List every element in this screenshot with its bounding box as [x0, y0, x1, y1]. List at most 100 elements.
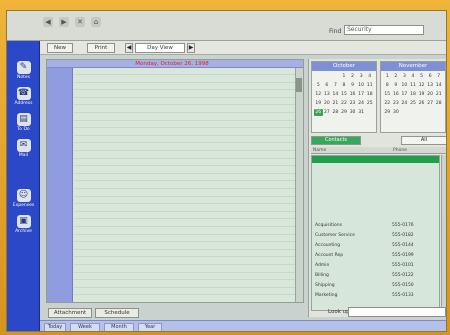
calendar-day[interactable]: 6 — [426, 73, 435, 80]
calendar-day[interactable]: 4 — [365, 73, 374, 80]
calendar-day[interactable]: 16 — [392, 91, 401, 98]
calendar-day[interactable]: 11 — [409, 82, 418, 89]
contact-row[interactable] — [312, 156, 439, 163]
status-week[interactable]: Week — [70, 323, 100, 331]
attachment-button[interactable]: Attachment — [48, 308, 92, 318]
calendar-day[interactable]: 26 — [314, 109, 323, 116]
view-selector[interactable]: Day View — [135, 43, 185, 53]
calendar-day[interactable]: 15 — [383, 91, 392, 98]
contact-row[interactable]: Marketing 555-0133 — [312, 292, 439, 299]
calendar-day[interactable]: 1 — [383, 73, 392, 80]
calendar-day[interactable]: 22 — [383, 100, 392, 107]
calendar-day[interactable]: 10 — [400, 82, 409, 89]
calendar-day[interactable]: 12 — [314, 91, 323, 98]
calendar-day[interactable]: 19 — [314, 100, 323, 107]
print-button[interactable]: Print — [87, 43, 115, 53]
contact-row[interactable]: Admin 555-0101 — [312, 262, 439, 269]
contact-row[interactable]: Shipping 555-0150 — [312, 282, 439, 289]
status-year[interactable]: Year — [138, 323, 162, 331]
calendar-day[interactable]: 1 — [340, 73, 349, 80]
calendar-day[interactable]: 7 — [331, 82, 340, 89]
calendar-day[interactable]: 21 — [434, 91, 443, 98]
calendar-day[interactable]: 9 — [348, 82, 357, 89]
calendar-day[interactable]: 17 — [357, 91, 366, 98]
day-document[interactable]: Monday, October 26, 1998 — [46, 59, 304, 303]
contact-row[interactable]: Accounting 555-0144 — [312, 242, 439, 249]
calendar-day[interactable]: 18 — [365, 91, 374, 98]
contact-row[interactable]: Customer Service 555-0182 — [312, 232, 439, 239]
calendar-day[interactable]: 19 — [417, 91, 426, 98]
calendar-day[interactable]: 5 — [417, 73, 426, 80]
calendar-day[interactable]: 9 — [392, 82, 401, 89]
schedule-button[interactable]: Schedule — [95, 308, 139, 318]
status-today[interactable]: Today — [44, 323, 66, 331]
calendar-day[interactable]: 3 — [400, 73, 409, 80]
calendar-day[interactable]: 10 — [357, 82, 366, 89]
dock-item-notes[interactable]: ✎ Notes — [10, 61, 37, 85]
dock-item-todo[interactable]: ▤ To Do — [10, 113, 37, 137]
calendar-day[interactable]: 24 — [400, 100, 409, 107]
dock-item-expenses[interactable]: ☺ Expenses — [10, 189, 37, 213]
calendar-day[interactable]: 15 — [340, 91, 349, 98]
calendar-day[interactable]: 11 — [365, 82, 374, 89]
calendar-day[interactable]: 2 — [348, 73, 357, 80]
contact-row[interactable]: Acquisitions 555-0176 — [312, 222, 439, 229]
calendar-day[interactable]: 3 — [357, 73, 366, 80]
calendar-day[interactable]: 7 — [434, 73, 443, 80]
calendar-day[interactable]: 8 — [340, 82, 349, 89]
calendar-day[interactable]: 2 — [392, 73, 401, 80]
calendar-day[interactable]: 31 — [357, 109, 366, 116]
contact-scrollbar[interactable] — [441, 155, 446, 311]
calendar-day[interactable]: 27 — [426, 100, 435, 107]
scroll-thumb[interactable] — [296, 78, 302, 92]
stop-button[interactable]: ✕ — [75, 17, 85, 27]
new-button[interactable]: New — [47, 43, 73, 53]
prev-day-button[interactable]: ◀ — [125, 43, 133, 53]
calendar-day[interactable]: 20 — [426, 91, 435, 98]
calendar-day[interactable]: 25 — [409, 100, 418, 107]
calendar-day[interactable]: 27 — [323, 109, 332, 116]
next-day-button[interactable]: ▶ — [187, 43, 195, 53]
calendar-day[interactable]: 26 — [417, 100, 426, 107]
calendar-day[interactable]: 28 — [434, 100, 443, 107]
mini-calendar-right[interactable]: November 1 2 3 4 5 6 7 8 9 10 11 12 13 14 15 16 17 18 19 20… — [380, 61, 446, 133]
calendar-day[interactable]: 21 — [331, 100, 340, 107]
status-month[interactable]: Month — [104, 323, 134, 331]
contact-list[interactable]: Acquisitions 555-0176 Customer Service 555-… — [311, 155, 440, 311]
forward-button[interactable]: ▶ — [59, 17, 69, 27]
calendar-day[interactable]: 13 — [426, 82, 435, 89]
calendar-day[interactable]: 4 — [409, 73, 418, 80]
mini-calendar-left[interactable]: October 1 2 3 4 5 6 7 8 9 10 11 12 13 14 15 16 17 18 19 20 2… — [311, 61, 377, 133]
calendar-day[interactable]: 8 — [383, 82, 392, 89]
calendar-day[interactable]: 14 — [434, 82, 443, 89]
dock-item-address[interactable]: ☎ Address — [10, 87, 37, 111]
calendar-day[interactable]: 17 — [400, 91, 409, 98]
home-button[interactable]: ⌂ — [91, 17, 101, 27]
lookup-input[interactable] — [348, 307, 446, 317]
calendar-day[interactable]: 30 — [392, 109, 401, 116]
tab-all[interactable]: All — [401, 136, 446, 145]
calendar-day[interactable]: 14 — [331, 91, 340, 98]
calendar-day[interactable]: 28 — [331, 109, 340, 116]
back-button[interactable]: ◀ — [43, 17, 53, 27]
calendar-day[interactable]: 18 — [409, 91, 418, 98]
calendar-day[interactable]: 13 — [323, 91, 332, 98]
calendar-day[interactable]: 6 — [323, 82, 332, 89]
contact-row[interactable]: Billing 555-0122 — [312, 272, 439, 279]
calendar-day[interactable]: 22 — [340, 100, 349, 107]
find-input[interactable]: Security — [344, 25, 424, 35]
calendar-day[interactable]: 23 — [392, 100, 401, 107]
contact-row[interactable]: Account Rep 555-0199 — [312, 252, 439, 259]
calendar-day[interactable]: 24 — [357, 100, 366, 107]
calendar-day[interactable]: 25 — [365, 100, 374, 107]
calendar-day[interactable]: 5 — [314, 82, 323, 89]
calendar-day[interactable]: 29 — [340, 109, 349, 116]
tab-contacts[interactable]: Contacts — [311, 136, 361, 145]
document-scrollbar[interactable] — [295, 68, 303, 302]
calendar-day[interactable]: 30 — [348, 109, 357, 116]
dock-item-mail[interactable]: ✉ Mail — [10, 139, 37, 163]
calendar-day[interactable]: 12 — [417, 82, 426, 89]
calendar-day[interactable]: 29 — [383, 109, 392, 116]
dock-item-archive[interactable]: ▣ Archive — [10, 215, 37, 239]
calendar-day[interactable]: 16 — [348, 91, 357, 98]
